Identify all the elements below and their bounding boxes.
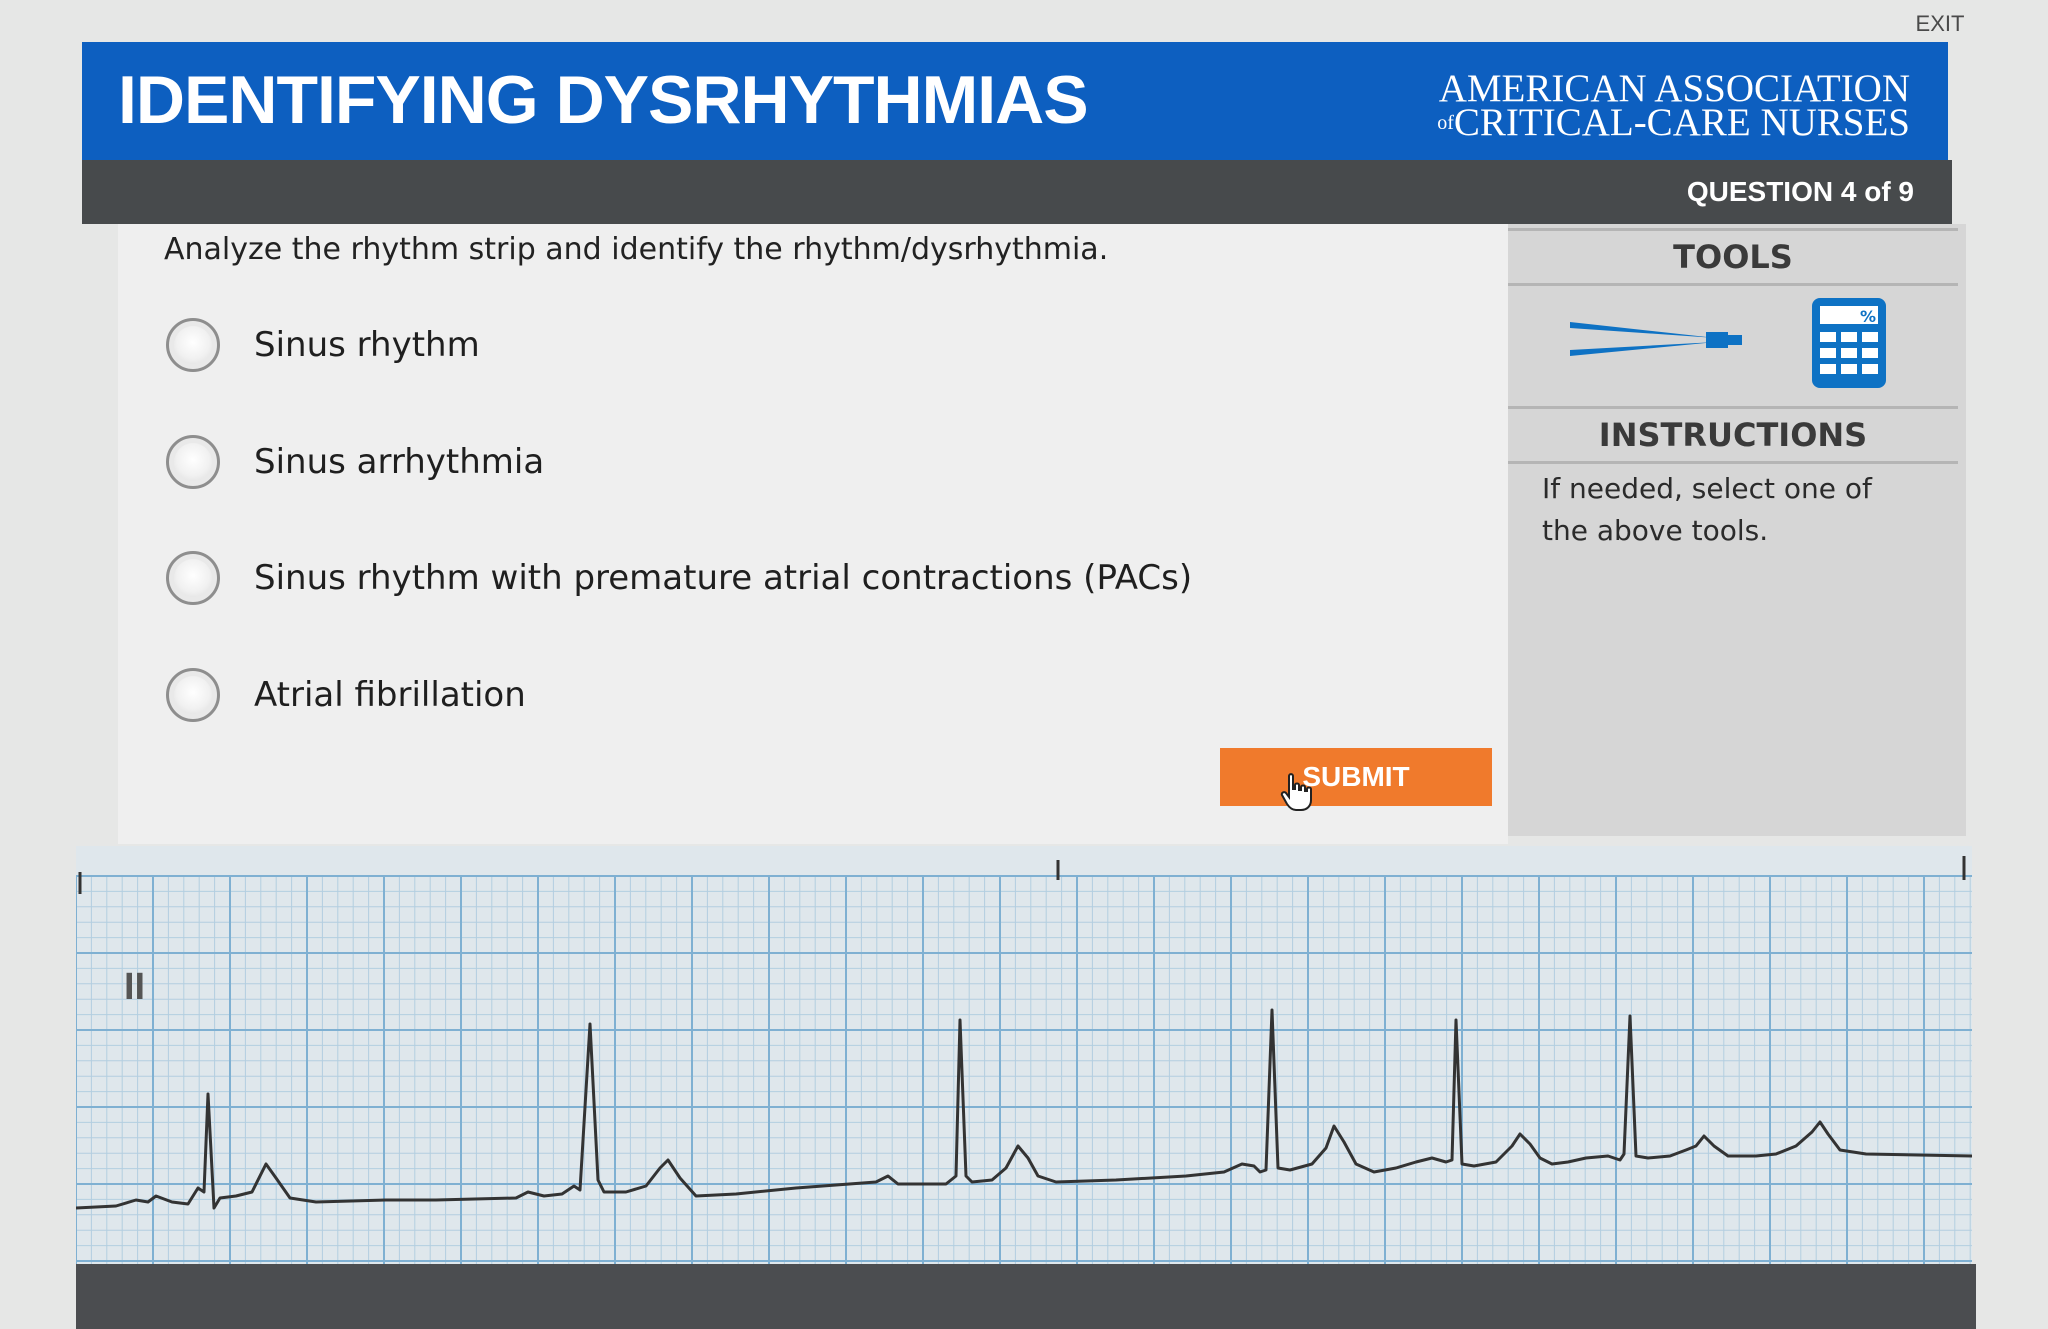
exit-button[interactable]: EXIT xyxy=(1880,6,2000,42)
ecg-trace xyxy=(76,1008,1972,1210)
header-banner: IDENTIFYING DYSRHYTHMIAS AMERICAN ASSOCI… xyxy=(82,42,1948,160)
calculator-badge: % xyxy=(1860,307,1876,326)
ecg-rhythm-strip xyxy=(76,856,1972,1264)
instructions-heading: INSTRUCTIONS xyxy=(1508,406,1958,464)
calculator-icon[interactable]: % xyxy=(1810,296,1888,390)
radio-button[interactable] xyxy=(166,551,220,605)
caliper-icon[interactable] xyxy=(1566,312,1746,362)
question-bar: QUESTION 4 of 9 xyxy=(82,160,1952,224)
hand-cursor-icon xyxy=(1280,773,1312,811)
option-label: Sinus rhythm with premature atrial contr… xyxy=(254,558,1193,598)
tools-heading: TOOLS xyxy=(1508,228,1958,286)
ecg-grid xyxy=(76,875,1972,1264)
option-label: Atrial fibrillation xyxy=(254,675,526,715)
org-of: of xyxy=(1437,112,1454,134)
option-label: Sinus rhythm xyxy=(254,325,480,365)
instructions-text: If needed, select one of the above tools… xyxy=(1542,472,1872,547)
option-sinus-arrhythmia[interactable]: Sinus arrhythmia xyxy=(166,427,544,497)
option-sinus-rhythm[interactable]: Sinus rhythm xyxy=(166,310,480,380)
radio-button[interactable] xyxy=(166,435,220,489)
page-title: IDENTIFYING DYSRHYTHMIAS xyxy=(118,62,1089,138)
option-label: Sinus arrhythmia xyxy=(254,442,545,482)
org-line-2: CRITICAL-CARE NURSES xyxy=(1453,101,1910,144)
option-atrial-fibrillation[interactable]: Atrial fibrillation xyxy=(166,660,526,730)
lead-label: II xyxy=(124,966,146,1008)
bottom-bar xyxy=(76,1264,1976,1329)
radio-button[interactable] xyxy=(166,668,220,722)
org-logo: AMERICAN ASSOCIATION ofCRITICAL-CARE NUR… xyxy=(1437,69,1910,142)
question-prompt: Analyze the rhythm strip and identify th… xyxy=(164,232,1109,267)
radio-button[interactable] xyxy=(166,318,220,372)
submit-button[interactable]: SUBMIT xyxy=(1220,748,1492,806)
question-counter: QUESTION 4 of 9 xyxy=(1686,176,1914,207)
option-sinus-rhythm-pacs[interactable]: Sinus rhythm with premature atrial contr… xyxy=(166,543,1192,613)
